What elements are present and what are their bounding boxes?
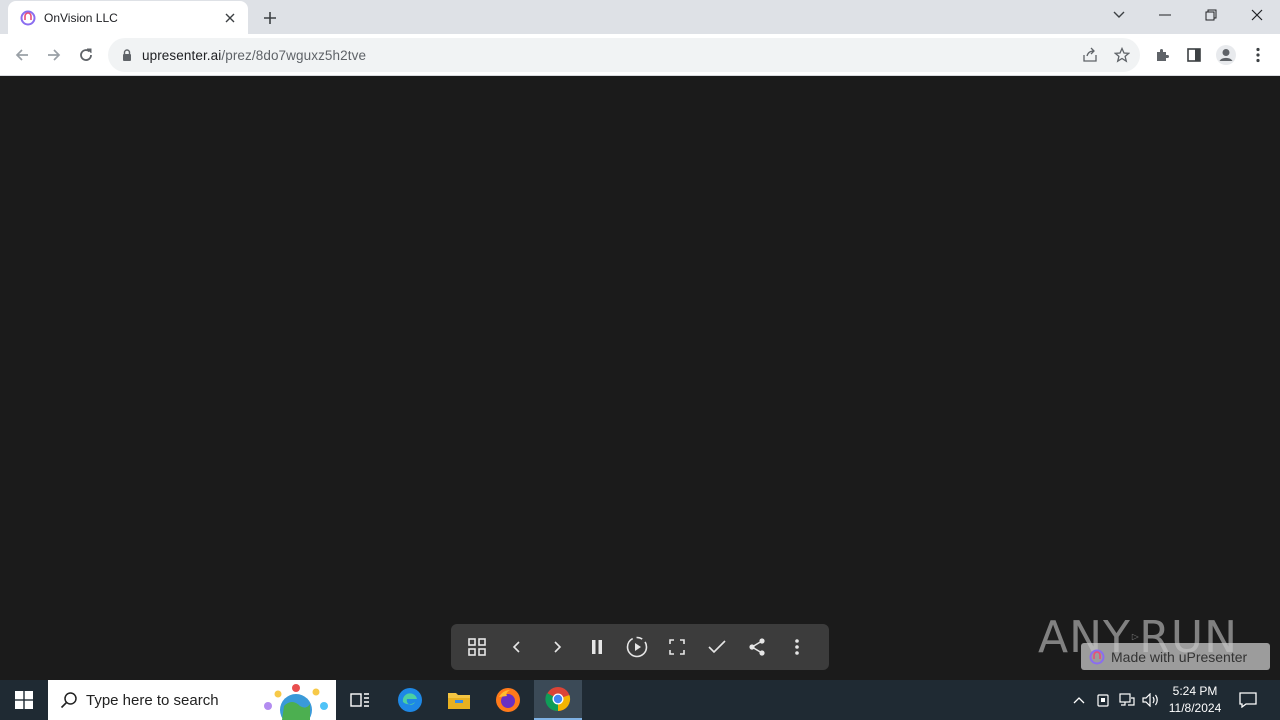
show-hidden-icons-chevron-icon[interactable]	[1068, 680, 1090, 720]
windows-taskbar: Type here to search 5:24 PM 11/8/2024	[0, 680, 1280, 720]
screen: OnVision LLC upresenter.ai/prez/8do7wgux…	[0, 0, 1280, 720]
browser-toolbar: upresenter.ai/prez/8do7wguxz5h2tve	[0, 34, 1280, 76]
checkmark-icon[interactable]	[697, 629, 737, 665]
firefox-icon[interactable]	[484, 680, 532, 720]
start-button[interactable]	[0, 680, 48, 720]
side-panel-icon[interactable]	[1178, 39, 1210, 71]
address-bar[interactable]: upresenter.ai/prez/8do7wguxz5h2tve	[108, 38, 1140, 72]
tab-title: OnVision LLC	[44, 10, 118, 25]
notification-center-icon[interactable]	[1234, 680, 1262, 720]
upresenter-logo-icon	[1089, 649, 1105, 664]
search-highlight-illustration-icon	[264, 684, 328, 720]
share-icon[interactable]	[737, 629, 777, 665]
volume-icon[interactable]	[1140, 680, 1162, 720]
presentation-control-bar	[451, 624, 829, 670]
next-slide-icon[interactable]	[537, 629, 577, 665]
grid-view-icon[interactable]	[457, 629, 497, 665]
task-view-icon[interactable]	[336, 680, 384, 720]
file-explorer-icon[interactable]	[435, 680, 483, 720]
upresenter-favicon-icon	[20, 10, 36, 26]
pause-icon[interactable]	[577, 629, 617, 665]
url-host: upresenter.ai	[142, 47, 222, 63]
share-page-icon[interactable]	[1080, 45, 1100, 65]
bookmark-star-icon[interactable]	[1112, 45, 1132, 65]
lock-icon[interactable]	[120, 48, 134, 62]
edge-browser-icon[interactable]	[386, 680, 434, 720]
clock-time: 5:24 PM	[1172, 684, 1218, 698]
back-button[interactable]	[6, 39, 38, 71]
close-window-button[interactable]	[1234, 0, 1280, 30]
presentation-viewport[interactable]: ANY RUN Made with uPresenter	[0, 77, 1280, 680]
taskbar-clock[interactable]: 5:24 PM 11/8/2024	[1162, 683, 1228, 717]
browser-menu-icon[interactable]	[1242, 39, 1274, 71]
device-manager-tray-icon[interactable]	[1092, 680, 1114, 720]
search-placeholder: Type here to search	[86, 691, 219, 709]
close-tab-icon[interactable]	[222, 10, 238, 26]
reload-button[interactable]	[70, 39, 102, 71]
tab-search-chevron-icon[interactable]	[1096, 0, 1142, 30]
url-path: /prez/8do7wguxz5h2tve	[221, 47, 367, 63]
windows-logo-icon	[15, 691, 33, 709]
fullscreen-icon[interactable]	[657, 629, 697, 665]
badge-label: Made with uPresenter	[1111, 648, 1248, 665]
tab-strip: OnVision LLC	[0, 0, 1280, 34]
minimize-button[interactable]	[1142, 0, 1188, 30]
chrome-icon[interactable]	[534, 680, 582, 720]
new-tab-button[interactable]	[258, 6, 282, 30]
network-icon[interactable]	[1116, 680, 1138, 720]
taskbar-search-box[interactable]: Type here to search	[48, 680, 336, 720]
restore-button[interactable]	[1188, 0, 1234, 30]
url-text: upresenter.ai/prez/8do7wguxz5h2tve	[142, 48, 366, 63]
extensions-puzzle-icon[interactable]	[1146, 39, 1178, 71]
browser-tab[interactable]: OnVision LLC	[8, 1, 248, 34]
profile-avatar-icon[interactable]	[1210, 39, 1242, 71]
clock-date: 11/8/2024	[1168, 701, 1222, 715]
search-icon	[60, 692, 77, 709]
more-options-icon[interactable]	[777, 629, 817, 665]
forward-button[interactable]	[38, 39, 70, 71]
replay-icon[interactable]	[617, 629, 657, 665]
made-with-upresenter-badge[interactable]: Made with uPresenter	[1081, 643, 1270, 670]
previous-slide-icon[interactable]	[497, 629, 537, 665]
